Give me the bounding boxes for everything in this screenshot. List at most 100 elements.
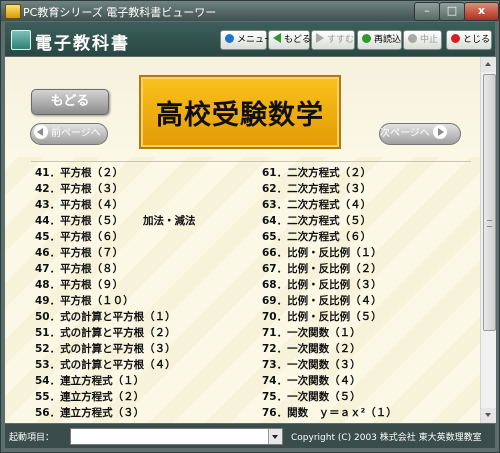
prev-page-button[interactable]: 前ページへ bbox=[30, 123, 108, 145]
reload-button-label: 再読込 bbox=[374, 35, 402, 45]
next-page-label: 次ページへ bbox=[380, 128, 430, 139]
topic-label: 67．比例・反比例（２） bbox=[262, 263, 382, 275]
topic-link[interactable]: 56．連立方程式（３） bbox=[35, 405, 245, 421]
topic-link[interactable]: 49．平方根（１０） bbox=[35, 293, 245, 309]
status-footer: 起動項目： Copyright (C) 2003 株式会社 東大英数理教室 bbox=[5, 424, 495, 448]
topic-link[interactable]: 44．平方根（５） 加法・減法 bbox=[35, 213, 245, 229]
topic-link[interactable]: 64．二次方程式（５） bbox=[262, 213, 467, 229]
topic-link[interactable]: 76．関数 ｙ＝ａｘ²（１） bbox=[262, 405, 467, 421]
menu-icon bbox=[225, 34, 234, 43]
close-app-label: とじる bbox=[463, 35, 491, 45]
topic-label: 54．連立方程式（１） bbox=[35, 375, 145, 387]
back-toolbar-label: もどる bbox=[284, 35, 311, 45]
topic-label: 55．連立方程式（２） bbox=[35, 391, 145, 403]
topic-link[interactable]: 47．平方根（８） bbox=[35, 261, 245, 277]
topic-note: 加法・減法 bbox=[143, 215, 196, 227]
subject-banner: 高校受験数学 bbox=[139, 75, 341, 149]
book-icon bbox=[11, 30, 31, 50]
topic-label: 50．式の計算と平方根（１） bbox=[35, 311, 176, 323]
topic-link[interactable]: 52．式の計算と平方根（３） bbox=[35, 341, 245, 357]
topic-link[interactable]: 68．比例・反比例（３） bbox=[262, 277, 467, 293]
topic-label: 69．比例・反比例（４） bbox=[262, 295, 382, 307]
menu-button[interactable]: メニュー bbox=[220, 30, 273, 50]
topic-label: 71．一次関数（１） bbox=[262, 327, 361, 339]
back-toolbar-button[interactable]: もどる bbox=[268, 30, 311, 50]
topic-label: 61．二次方程式（２） bbox=[262, 167, 372, 179]
content-area: もどる 高校受験数学 前ページへ 次ページへ 41．平方根（２） 42．平方根（３… bbox=[5, 57, 480, 423]
reload-button[interactable]: 再読込 bbox=[357, 30, 402, 50]
topic-link[interactable]: 55．連立方程式（２） bbox=[35, 389, 245, 405]
topic-label: 74．一次関数（４） bbox=[262, 375, 361, 387]
topic-label: 76．関数 ｙ＝ａｘ²（１） bbox=[262, 407, 397, 419]
topic-link[interactable]: 67．比例・反比例（２） bbox=[262, 261, 467, 277]
divider bbox=[31, 161, 471, 162]
chevron-down-icon[interactable] bbox=[268, 429, 282, 444]
startup-select[interactable] bbox=[70, 428, 283, 445]
close-window-button[interactable]: x bbox=[464, 2, 499, 21]
topic-link[interactable]: 61．二次方程式（２） bbox=[262, 165, 467, 181]
scroll-up-icon[interactable] bbox=[481, 57, 496, 72]
title-bar[interactable]: PC教育シリーズ 電子教科書ビューワー – □ x bbox=[1, 1, 499, 21]
topic-label: 42．平方根（３） bbox=[35, 183, 124, 195]
topic-link[interactable]: 71．一次関数（１） bbox=[262, 325, 467, 341]
topic-link[interactable]: 62．二次方程式（３） bbox=[262, 181, 467, 197]
topic-link[interactable]: 43．平方根（４） bbox=[35, 197, 245, 213]
close-app-button[interactable]: とじる bbox=[446, 30, 492, 50]
topic-link[interactable]: 75．一次関数（５） bbox=[262, 389, 467, 405]
vertical-scrollbar[interactable] bbox=[480, 57, 496, 423]
topic-label: 47．平方根（８） bbox=[35, 263, 124, 275]
topic-label: 46．平方根（７） bbox=[35, 247, 124, 259]
topic-label: 75．一次関数（５） bbox=[262, 391, 361, 403]
topic-link[interactable]: 65．二次方程式（６） bbox=[262, 229, 467, 245]
app-icon bbox=[5, 4, 21, 19]
maximize-button[interactable]: □ bbox=[439, 2, 465, 21]
topic-link[interactable]: 73．一次関数（３） bbox=[262, 357, 467, 373]
topic-label: 48．平方根（９） bbox=[35, 279, 124, 291]
forward-toolbar-button[interactable]: すすむ bbox=[311, 30, 355, 50]
topic-label: 62．二次方程式（３） bbox=[262, 183, 372, 195]
topic-link[interactable]: 48．平方根（９） bbox=[35, 277, 245, 293]
close-icon bbox=[451, 34, 460, 43]
scroll-down-icon[interactable] bbox=[481, 408, 496, 423]
back-arrow-icon bbox=[273, 33, 281, 43]
topic-link[interactable]: 66．比例・反比例（１） bbox=[262, 245, 467, 261]
topic-link[interactable]: 72．一次関数（２） bbox=[262, 341, 467, 357]
topic-label: 51．式の計算と平方根（２） bbox=[35, 327, 176, 339]
reload-icon bbox=[362, 34, 371, 43]
right-arrow-icon bbox=[432, 125, 447, 139]
topic-label: 45．平方根（６） bbox=[35, 231, 124, 243]
stop-button[interactable]: 中止 bbox=[403, 30, 442, 50]
topic-label: 64．二次方程式（５） bbox=[262, 215, 372, 227]
topic-link[interactable]: 46．平方根（７） bbox=[35, 245, 245, 261]
window-title: PC教育シリーズ 電子教科書ビューワー bbox=[23, 6, 217, 19]
forward-arrow-icon bbox=[316, 33, 324, 43]
topic-link[interactable]: 45．平方根（６） bbox=[35, 229, 245, 245]
topic-label: 56．連立方程式（３） bbox=[35, 407, 145, 419]
topic-label: 41．平方根（２） bbox=[35, 167, 124, 179]
topic-link[interactable]: 69．比例・反比例（４） bbox=[262, 293, 467, 309]
topic-link[interactable]: 63．二次方程式（４） bbox=[262, 197, 467, 213]
topic-link[interactable]: 57．連立方程式（４） bbox=[35, 421, 245, 423]
topic-label: 65．二次方程式（６） bbox=[262, 231, 372, 243]
topic-link[interactable]: 41．平方根（２） bbox=[35, 165, 245, 181]
topic-list-left: 41．平方根（２） 42．平方根（３） 43．平方根（４） 44．平方根（５） 加法・減… bbox=[35, 165, 245, 423]
copyright-text: Copyright (C) 2003 株式会社 東大英数理教室 bbox=[291, 433, 482, 443]
topic-link[interactable]: 50．式の計算と平方根（１） bbox=[35, 309, 245, 325]
prev-page-label: 前ページへ bbox=[51, 128, 101, 139]
minimize-button[interactable]: – bbox=[414, 2, 440, 21]
scroll-thumb[interactable] bbox=[483, 74, 496, 331]
topic-link[interactable]: 77．関数 ｙ＝ａｘ²（２） bbox=[262, 421, 467, 423]
topic-link[interactable]: 70．比例・反比例（５） bbox=[262, 309, 467, 325]
topic-label: 52．式の計算と平方根（３） bbox=[35, 343, 176, 355]
topic-link[interactable]: 54．連立方程式（１） bbox=[35, 373, 245, 389]
topic-link[interactable]: 42．平方根（３） bbox=[35, 181, 245, 197]
topic-link[interactable]: 74．一次関数（４） bbox=[262, 373, 467, 389]
next-page-button[interactable]: 次ページへ bbox=[379, 123, 461, 145]
topic-link[interactable]: 53．式の計算と平方根（４） bbox=[35, 357, 245, 373]
left-arrow-icon bbox=[34, 125, 48, 139]
startup-label: 起動項目： bbox=[9, 433, 55, 443]
page-back-button[interactable]: もどる bbox=[31, 89, 109, 115]
topic-label: 70．比例・反比例（５） bbox=[262, 311, 382, 323]
topic-label: 66．比例・反比例（１） bbox=[262, 247, 382, 259]
topic-link[interactable]: 51．式の計算と平方根（２） bbox=[35, 325, 245, 341]
